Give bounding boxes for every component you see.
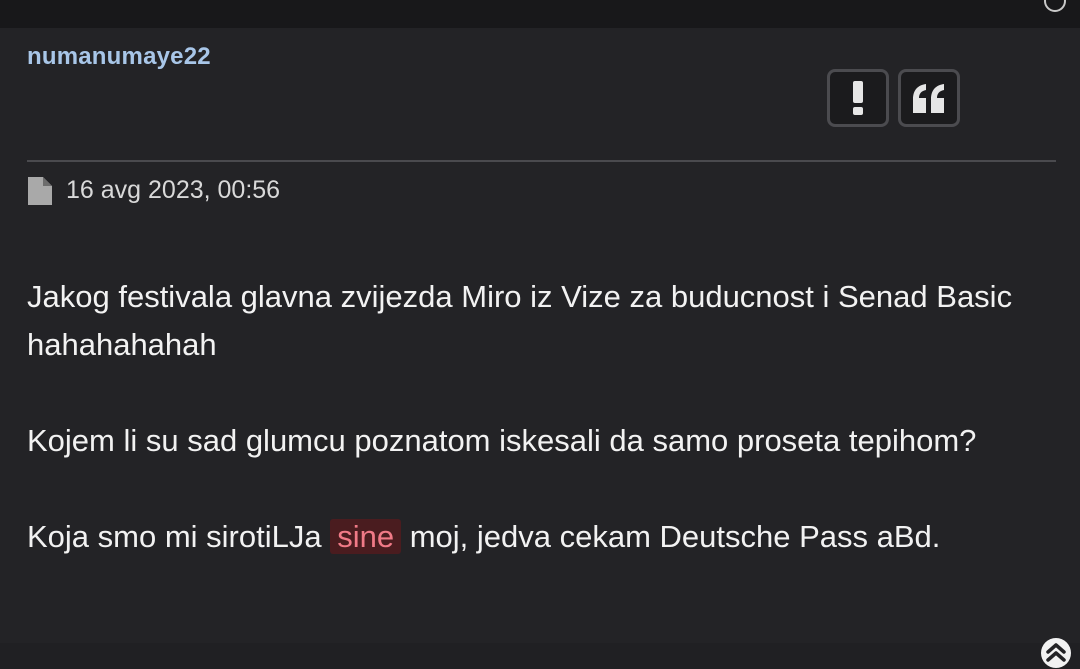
exclamation-icon [853, 81, 863, 115]
post-text-after: moj, jedva cekam Deutsche Pass aBd. [401, 519, 941, 554]
report-button[interactable] [827, 69, 889, 127]
post-meta: 16 avg 2023, 00:56 [28, 176, 280, 205]
quote-button[interactable] [898, 69, 960, 127]
post-paragraph-1: Jakog festivala glavna zvijezda Miro iz … [27, 279, 1013, 362]
post-timestamp: 16 avg 2023, 00:56 [66, 176, 281, 204]
post-author[interactable]: numanumaye22 [27, 43, 211, 71]
highlighted-word: sine [330, 519, 402, 554]
top-bar [0, 0, 1080, 28]
forum-post: numanumaye22 16 avg 2023, 00:56 Jakog fe… [0, 28, 1080, 668]
post-paragraph-2: Kojem li su sad glumcu poznatom iskesali… [27, 423, 977, 458]
post-paragraph-3: Koja smo mi sirotiLJa sine moj, jedva ce… [27, 513, 1057, 561]
document-icon[interactable] [28, 176, 52, 205]
post-content: Jakog festivala glavna zvijezda Miro iz … [27, 273, 1057, 609]
post-text-before: Koja smo mi sirotiLJa [27, 519, 331, 554]
scroll-to-top-icon[interactable] [1040, 637, 1072, 669]
post-actions [827, 69, 960, 127]
partial-circle-icon[interactable] [1044, 0, 1066, 12]
post-divider [27, 160, 1056, 162]
quote-icon [913, 84, 944, 113]
